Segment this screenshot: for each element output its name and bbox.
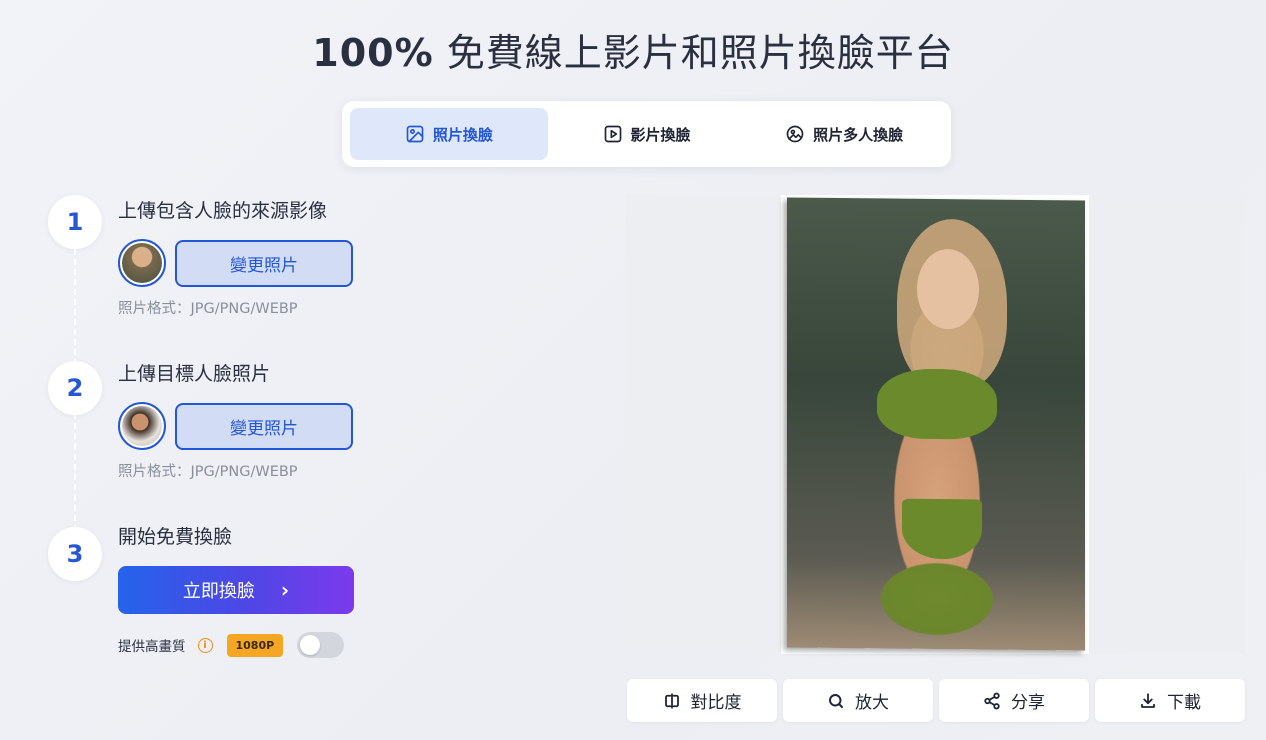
target-format-hint: 照片格式：JPG/PNG/WEBP	[118, 464, 298, 480]
hq-toggle[interactable]	[297, 632, 345, 658]
download-button[interactable]: 下載	[1095, 679, 1245, 722]
swap-now-button[interactable]: 立即換臉 ›	[118, 566, 354, 614]
tab-label: 影片換臉	[630, 125, 691, 144]
tab-label: 照片多人換臉	[813, 125, 904, 144]
tab-photo-swap[interactable]: 照片換臉	[350, 108, 548, 160]
result-preview	[625, 195, 1245, 654]
page: 100% 免費線上影片和照片換臉平台 照片換臉 影片換臉 照片多人換臉 1 上傳…	[0, 0, 1266, 740]
compare-label: 對比度	[690, 693, 742, 713]
source-face-avatar[interactable]	[118, 239, 166, 287]
compare-icon	[664, 692, 679, 709]
share-label: 分享	[1011, 693, 1045, 713]
share-button[interactable]: 分享	[939, 679, 1089, 722]
chevron-right-icon: ›	[280, 578, 290, 602]
info-icon[interactable]: i	[197, 637, 213, 653]
resolution-badge: 1080P	[226, 633, 284, 657]
hq-label: 提供高畫質	[118, 639, 186, 655]
result-actions: 對比度 放大 分享 下載	[627, 679, 1245, 722]
step-2-number: 2	[48, 361, 102, 415]
result-image-frame	[781, 195, 1089, 654]
step-3-number: 3	[48, 527, 102, 581]
toggle-knob	[300, 635, 321, 655]
hq-option-row: 提供高畫質 i 1080P	[118, 632, 345, 658]
tab-multi-face-swap[interactable]: 照片多人換臉	[745, 108, 943, 160]
download-label: 下載	[1167, 693, 1201, 713]
step-connector	[74, 249, 76, 365]
result-image	[787, 197, 1085, 651]
page-title: 100% 免費線上影片和照片換臉平台	[312, 31, 954, 75]
tab-video-swap[interactable]: 影片換臉	[548, 108, 746, 160]
step-connector	[74, 413, 76, 531]
zoom-label: 放大	[855, 693, 889, 713]
zoom-button[interactable]: 放大	[783, 679, 933, 722]
mode-tabs: 照片換臉 影片換臉 照片多人換臉	[342, 101, 951, 167]
image-icon	[406, 125, 424, 143]
multi-image-icon	[786, 125, 804, 143]
tab-label: 照片換臉	[432, 125, 493, 144]
change-source-photo-button[interactable]: 變更照片	[175, 240, 353, 287]
play-icon	[604, 125, 621, 143]
step-1-number: 1	[48, 195, 102, 249]
download-icon	[1141, 692, 1155, 708]
share-icon	[984, 692, 1000, 709]
swap-now-label: 立即換臉	[182, 581, 255, 602]
compare-button[interactable]: 對比度	[627, 679, 777, 722]
step-3-title: 開始免費換臉	[118, 526, 233, 548]
change-target-photo-button[interactable]: 變更照片	[175, 403, 353, 450]
step-2-title: 上傳目標人臉照片	[118, 363, 271, 385]
step-1-title: 上傳包含人臉的來源影像	[118, 200, 328, 222]
target-face-avatar[interactable]	[118, 402, 166, 450]
search-icon	[829, 693, 843, 708]
source-format-hint: 照片格式：JPG/PNG/WEBP	[118, 301, 298, 317]
